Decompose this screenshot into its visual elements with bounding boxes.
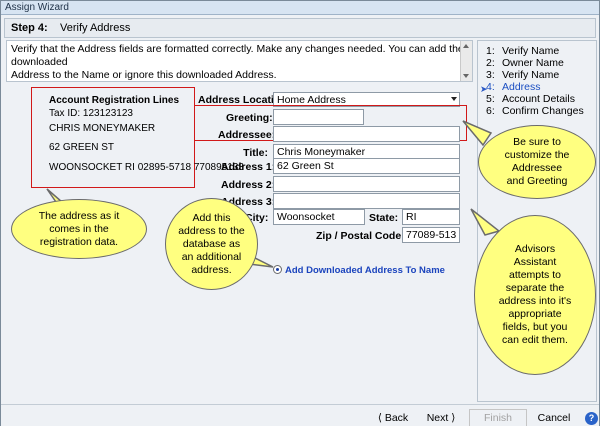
- step-item-owner-name: 2: Owner Name: [486, 57, 564, 69]
- address1-field[interactable]: [273, 158, 460, 174]
- step-title: Verify Address: [60, 22, 131, 34]
- instructions-scrollbar[interactable]: [460, 41, 472, 81]
- registration-lines-box: Account Registration Lines Tax ID: 12312…: [31, 87, 244, 188]
- greeting-field[interactable]: [273, 109, 364, 125]
- state-field[interactable]: [402, 209, 460, 225]
- finish-button[interactable]: Finish: [469, 409, 527, 426]
- title-bar: Assign Wizard: [1, 1, 599, 15]
- registration-name: CHRIS MONEYMAKER: [49, 123, 156, 134]
- wizard-window: Assign Wizard Step 4: Verify Address Ver…: [0, 0, 600, 426]
- back-button[interactable]: ⟨ Back: [371, 409, 415, 426]
- step-header: Step 4: Verify Address: [4, 18, 596, 38]
- step-item-confirm-changes: 6: Confirm Changes: [486, 105, 584, 117]
- zip-field[interactable]: [402, 227, 460, 243]
- registration-city-line: WOONSOCKET RI 02895-5718 770895133: [49, 162, 244, 173]
- step-item-verify-name-2: 3: Verify Name: [486, 69, 560, 81]
- window-title: Assign Wizard: [5, 2, 69, 13]
- registration-callout: The address as it comes in the registrat…: [11, 199, 147, 259]
- greeting-label: Greeting:: [226, 112, 273, 124]
- help-icon[interactable]: ?: [585, 412, 598, 425]
- instructions-line-1: Verify that the Address fields are forma…: [11, 43, 464, 68]
- registration-title: Account Registration Lines: [49, 95, 180, 106]
- advisors-callout: Advisors Assistant attempts to separate …: [474, 215, 596, 375]
- cancel-button[interactable]: Cancel: [531, 409, 577, 426]
- chevron-down-icon[interactable]: [451, 97, 457, 101]
- step-label: Step 4:: [11, 22, 48, 34]
- address2-label: Address 2:: [221, 179, 276, 191]
- scroll-up-icon[interactable]: [463, 44, 469, 48]
- instructions-line-2: Address to the Name or ignore this downl…: [11, 69, 277, 81]
- addressee-field[interactable]: [273, 126, 460, 142]
- title-label: Title:: [243, 147, 268, 159]
- step-item-account-details: 5: Account Details: [486, 93, 575, 105]
- scroll-down-icon[interactable]: [463, 74, 469, 78]
- step-item-address: 4: Address: [486, 81, 541, 93]
- instructions-textbox[interactable]: Verify that the Address fields are forma…: [6, 40, 473, 82]
- add-address-callout: Add this address to the database as an a…: [165, 198, 258, 290]
- city-field[interactable]: [273, 209, 365, 225]
- registration-street: 62 GREEN ST: [49, 142, 115, 153]
- address3-field[interactable]: [273, 193, 460, 209]
- addressee-label: Addressee:: [218, 129, 276, 141]
- add-downloaded-label[interactable]: Add Downloaded Address To Name: [285, 265, 445, 276]
- step-item-verify-name: 1: Verify Name: [486, 45, 560, 57]
- registration-tax-id: Tax ID: 123123123: [49, 108, 133, 119]
- address1-label: Address 1:: [221, 161, 276, 173]
- customize-callout: Be sure to customize the Addressee and G…: [478, 125, 596, 199]
- next-button[interactable]: Next ⟩: [419, 409, 463, 426]
- address2-field[interactable]: [273, 176, 460, 192]
- zip-label: Zip / Postal Code:: [316, 230, 405, 242]
- state-label: State:: [369, 212, 399, 224]
